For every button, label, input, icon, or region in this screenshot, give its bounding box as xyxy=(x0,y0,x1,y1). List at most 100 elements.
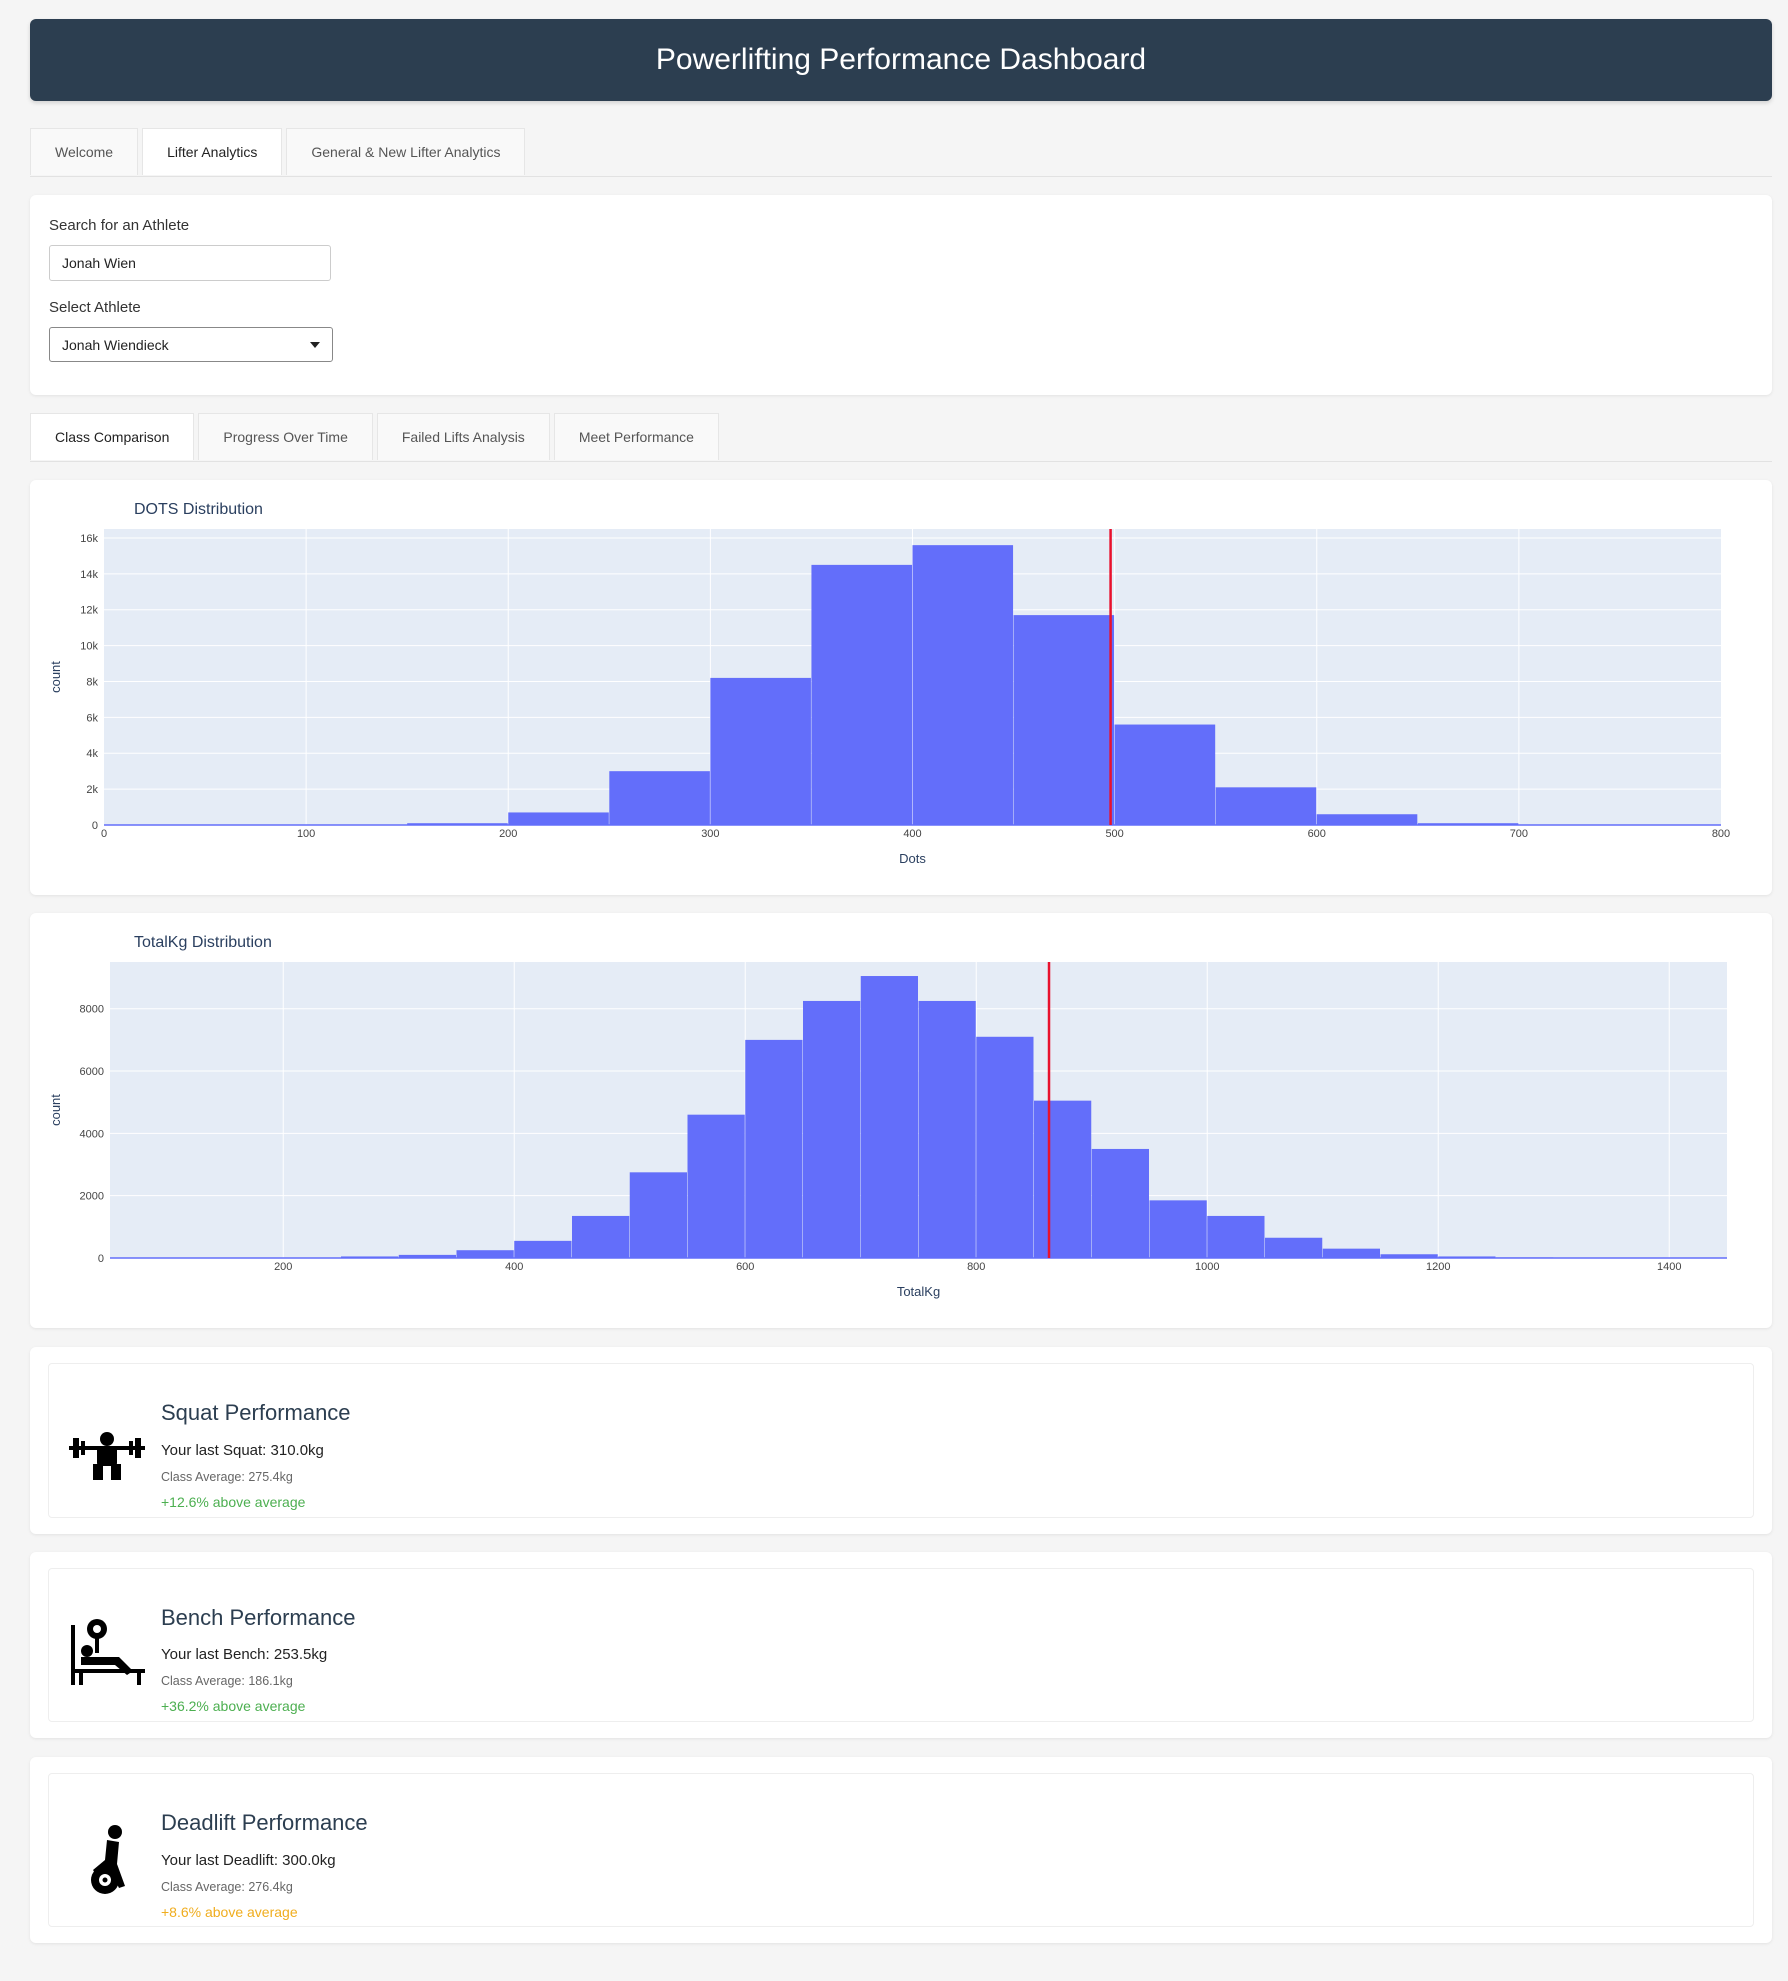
y-tick-label: 2000 xyxy=(80,1191,104,1203)
x-tick-label: 600 xyxy=(1308,828,1326,840)
athlete-search-card: Search for an Athlete Select Athlete Jon… xyxy=(30,195,1772,395)
y-tick-label: 6000 xyxy=(80,1066,104,1078)
histogram-bar[interactable] xyxy=(456,1250,514,1258)
x-tick-label: 400 xyxy=(505,1261,523,1273)
bench-performance-card: Bench Performance Your last Bench: 253.5… xyxy=(30,1552,1772,1738)
deadlift-last-value: Your last Deadlift: 300.0kg xyxy=(161,1852,336,1869)
y-tick-label: 10k xyxy=(80,641,98,653)
histogram-bar[interactable] xyxy=(1091,1148,1149,1258)
squat-class-average: Class Average: 275.4kg xyxy=(161,1470,293,1484)
deadlift-title: Deadlift Performance xyxy=(161,1810,368,1835)
histogram-bar[interactable] xyxy=(1322,1248,1380,1258)
histogram-bar[interactable] xyxy=(1013,615,1115,825)
deadlift-difference: +8.6% above average xyxy=(161,1904,298,1920)
histogram-bar[interactable] xyxy=(1207,1215,1265,1258)
deadlift-performance-panel: Deadlift Performance Your last Deadlift:… xyxy=(48,1773,1754,1927)
bench-class-average: Class Average: 186.1kg xyxy=(161,1674,293,1688)
x-tick-label: 800 xyxy=(1712,828,1730,840)
tab-failed-lifts-analysis[interactable]: Failed Lifts Analysis xyxy=(376,413,550,460)
dots-distribution-card: 0 2k 4k 6k 8k 10k 12k 14k 16k 0 100 200 300 400 500 600… xyxy=(30,480,1772,895)
histogram-bar[interactable] xyxy=(811,564,912,825)
y-tick-label: 6k xyxy=(86,712,98,724)
x-tick-label: 200 xyxy=(274,1261,292,1273)
x-tick-label: 1200 xyxy=(1426,1261,1450,1273)
x-tick-label: 1000 xyxy=(1195,1261,1219,1273)
squat-performance-card: Squat Performance Your last Squat: 310.0… xyxy=(30,1347,1772,1534)
y-tick-label: 14k xyxy=(80,569,98,581)
histogram-bar[interactable] xyxy=(976,1036,1034,1258)
main-tabs: Welcome Lifter Analytics General & New L… xyxy=(30,128,1772,177)
x-tick-label: 700 xyxy=(1510,828,1528,840)
caret-down-icon xyxy=(310,341,320,348)
squat-performance-panel: Squat Performance Your last Squat: 310.0… xyxy=(48,1363,1754,1518)
histogram-bar[interactable] xyxy=(918,1000,976,1258)
squat-title: Squat Performance xyxy=(161,1400,351,1425)
bench-difference: +36.2% above average xyxy=(161,1698,306,1714)
chart-title: TotalKg Distribution xyxy=(134,934,272,951)
histogram-bar[interactable] xyxy=(572,1215,630,1258)
bench-title: Bench Performance xyxy=(161,1605,356,1630)
bench-press-icon xyxy=(71,1619,145,1685)
histogram-bar[interactable] xyxy=(912,545,1014,825)
squat-last-value: Your last Squat: 310.0kg xyxy=(161,1442,324,1459)
histogram-bar[interactable] xyxy=(803,1000,861,1258)
y-tick-label: 0 xyxy=(98,1253,104,1265)
page-title: Powerlifting Performance Dashboard xyxy=(655,43,1147,76)
bench-last-value: Your last Bench: 253.5kg xyxy=(161,1646,328,1663)
dashboard-header: Powerlifting Performance Dashboard xyxy=(30,19,1772,101)
deadlift-class-average: Class Average: 276.4kg xyxy=(161,1880,293,1894)
histogram-bar[interactable] xyxy=(687,1114,745,1258)
y-tick-label: 12k xyxy=(80,605,98,617)
y-tick-label: 2k xyxy=(86,784,98,796)
deadlift-performance-card: Deadlift Performance Your last Deadlift:… xyxy=(30,1757,1772,1943)
deadlift-icon xyxy=(91,1825,125,1894)
x-tick-label: 0 xyxy=(101,828,107,840)
x-tick-label: 800 xyxy=(967,1261,985,1273)
athlete-select-dropdown[interactable]: Jonah Wiendieck xyxy=(49,327,333,362)
y-axis-label: count xyxy=(48,1094,63,1126)
squat-icon xyxy=(69,1432,145,1480)
histogram-bar[interactable] xyxy=(710,677,811,825)
y-axis-label: count xyxy=(48,661,63,693)
bench-performance-panel: Bench Performance Your last Bench: 253.5… xyxy=(48,1568,1754,1722)
y-tick-label: 4k xyxy=(86,748,98,760)
x-tick-label: 600 xyxy=(736,1261,754,1273)
histogram-bar[interactable] xyxy=(1149,1200,1207,1258)
histogram-bar[interactable] xyxy=(860,976,918,1258)
analysis-sub-tabs: Class Comparison Progress Over Time Fail… xyxy=(30,413,1772,462)
histogram-bar[interactable] xyxy=(1265,1237,1323,1258)
histogram-bar[interactable] xyxy=(1215,787,1317,825)
y-tick-label: 0 xyxy=(92,820,98,832)
x-tick-label: 400 xyxy=(903,828,921,840)
x-tick-label: 100 xyxy=(297,828,315,840)
athlete-search-input[interactable] xyxy=(49,245,331,281)
tab-class-comparison[interactable]: Class Comparison xyxy=(30,413,195,460)
search-label: Search for an Athlete xyxy=(49,217,190,234)
x-tick-label: 200 xyxy=(499,828,517,840)
histogram-bar[interactable] xyxy=(629,1172,687,1258)
tab-meet-performance[interactable]: Meet Performance xyxy=(553,413,719,460)
x-tick-label: 300 xyxy=(701,828,719,840)
histogram-bar[interactable] xyxy=(1316,814,1418,825)
histogram-bar[interactable] xyxy=(514,1240,572,1258)
y-tick-label: 4000 xyxy=(80,1128,104,1140)
totalkg-distribution-chart[interactable]: 0 2000 4000 6000 8000 200 400 600 800 1000 1200 140… xyxy=(30,913,1772,1328)
athlete-select-value: Jonah Wiendieck xyxy=(62,336,169,353)
histogram-bar[interactable] xyxy=(1034,1100,1092,1258)
histogram-bar[interactable] xyxy=(508,812,609,825)
x-axis-label: TotalKg xyxy=(897,1284,940,1299)
tab-lifter-analytics[interactable]: Lifter Analytics xyxy=(142,128,283,175)
chart-title: DOTS Distribution xyxy=(134,501,263,518)
tab-progress-over-time[interactable]: Progress Over Time xyxy=(198,413,373,460)
histogram-bar[interactable] xyxy=(609,771,710,825)
dots-distribution-chart[interactable]: 0 2k 4k 6k 8k 10k 12k 14k 16k 0 100 200 300 400 500 600… xyxy=(30,480,1772,895)
histogram-bar[interactable] xyxy=(745,1039,803,1258)
x-tick-label: 1400 xyxy=(1657,1261,1681,1273)
y-tick-label: 8000 xyxy=(80,1004,104,1016)
x-tick-label: 500 xyxy=(1105,828,1123,840)
x-axis-label: Dots xyxy=(899,851,926,866)
histogram-bar[interactable] xyxy=(1114,724,1216,825)
tab-welcome[interactable]: Welcome xyxy=(30,128,139,175)
totalkg-distribution-card: 0 2000 4000 6000 8000 200 400 600 800 1000 1200 140… xyxy=(30,913,1772,1328)
tab-general-new-lifter-analytics[interactable]: General & New Lifter Analytics xyxy=(286,128,526,175)
